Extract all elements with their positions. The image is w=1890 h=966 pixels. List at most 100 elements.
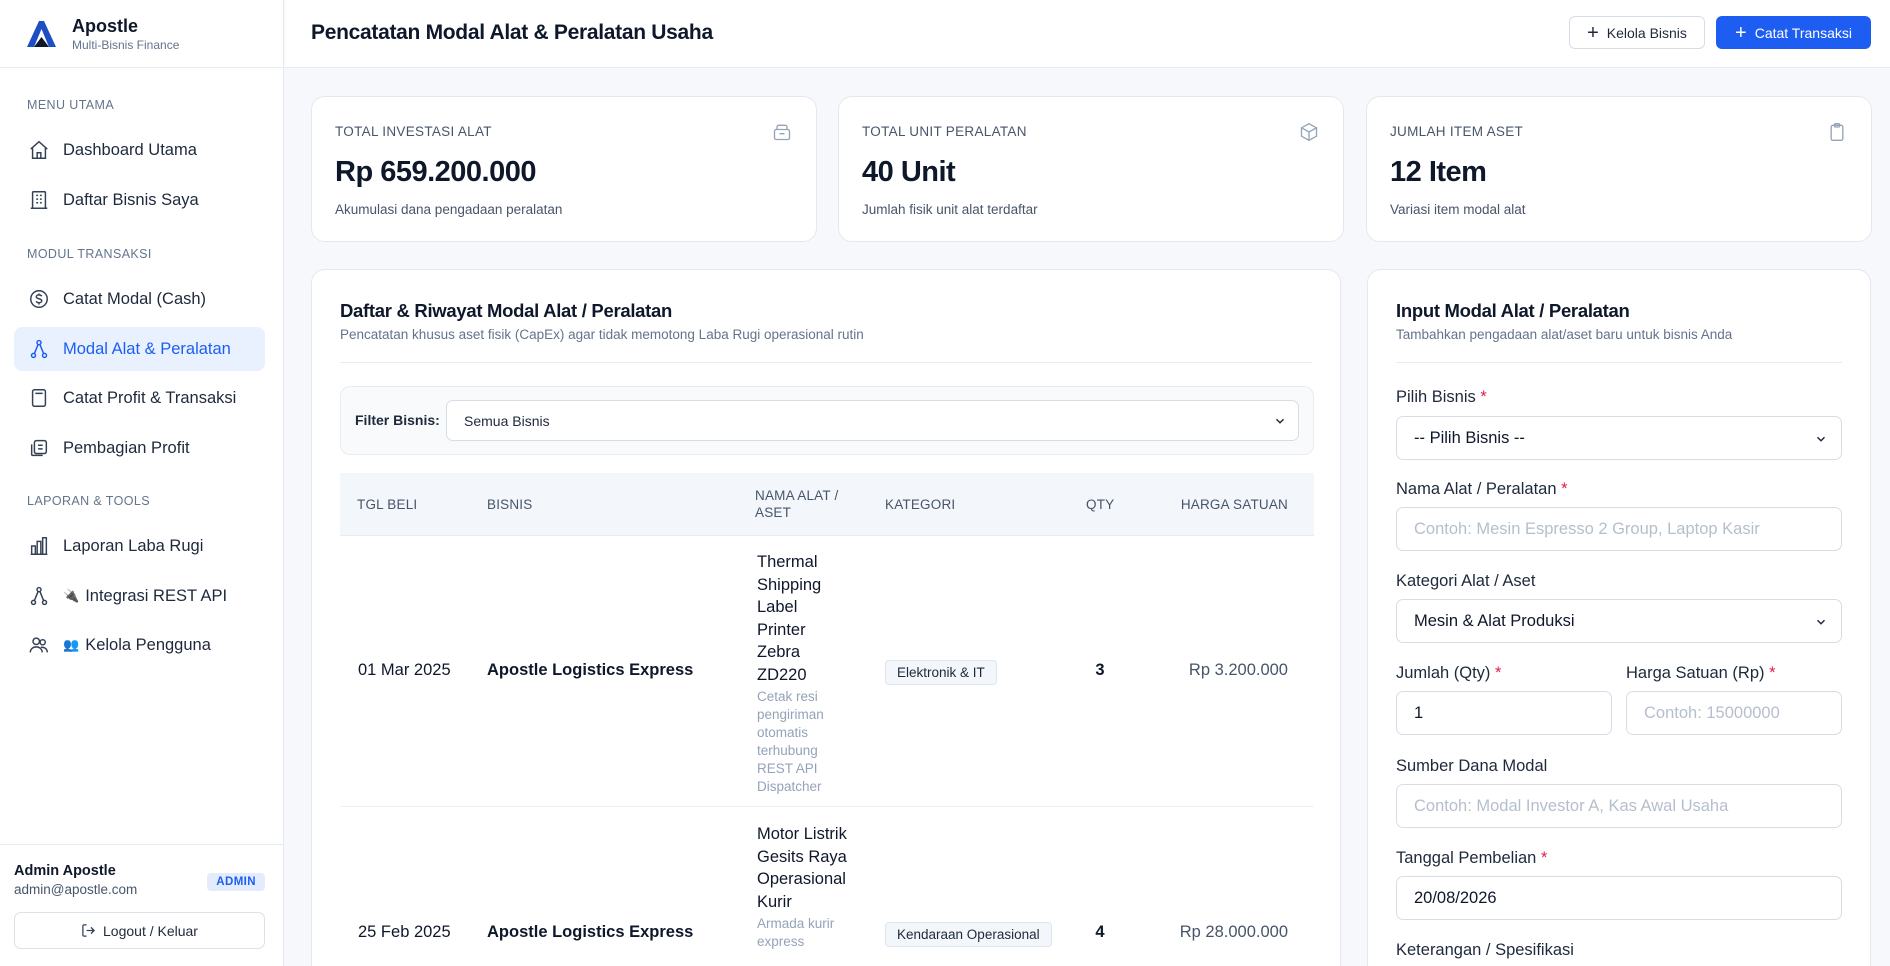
list-title: Daftar & Riwayat Modal Alat / Peralatan xyxy=(340,300,673,321)
qty-input[interactable]: 1 xyxy=(1396,691,1612,735)
logout-icon xyxy=(82,924,96,937)
bisnis-selected-value: -- Pilih Bisnis -- xyxy=(1414,428,1525,447)
filter-bar: Filter Bisnis: Semua Bisnis xyxy=(340,386,1314,455)
harga-input[interactable]: Contoh: 15000000 xyxy=(1626,691,1842,735)
kelola-bisnis-button[interactable]: + Kelola Bisnis xyxy=(1569,16,1705,49)
filter-label: Filter Bisnis: xyxy=(355,412,440,428)
row-tgl: 25 Feb 2025 xyxy=(358,923,451,941)
sumber-label: Sumber Dana Modal xyxy=(1396,757,1548,775)
asset-list-card: Daftar & Riwayat Modal Alat / Peralatan … xyxy=(311,269,1341,966)
stat-label: TOTAL UNIT PERALATAN xyxy=(862,124,1027,139)
logout-label: Logout / Keluar xyxy=(103,922,198,939)
people-icon: 👥 xyxy=(63,637,80,652)
nav-section-main: MENU UTAMA xyxy=(27,98,115,112)
harga-label: Harga Satuan (Rp) * xyxy=(1626,664,1776,682)
plus-icon: + xyxy=(1587,21,1599,44)
nav-section-laporan: LAPORAN & TOOLS xyxy=(27,494,150,508)
table-header: TGL BELI BISNIS NAMA ALAT / ASET KATEGOR… xyxy=(340,473,1314,536)
sidebar: Apostle Multi-Bisnis Finance MENU UTAMA … xyxy=(0,0,284,966)
bisnis-label: Pilih Bisnis * xyxy=(1396,388,1487,406)
tanggal-input[interactable]: 20/08/2026 xyxy=(1396,876,1842,920)
nama-label: Nama Alat / Peralatan * xyxy=(1396,480,1568,498)
row-nama: Motor Listrik Gesits Raya Operasional Ku… xyxy=(757,823,849,951)
stat-desc: Akumulasi dana pengadaan peralatan xyxy=(335,202,563,217)
sidebar-item-label: Modal Alat & Peralatan xyxy=(63,339,231,358)
col-kategori: KATEGORI xyxy=(885,497,956,512)
route-icon xyxy=(30,339,48,359)
top-header: Pencatatan Modal Alat & Peralatan Usaha … xyxy=(285,0,1890,68)
role-badge: ADMIN xyxy=(207,873,265,891)
sidebar-item-profit[interactable]: Catat Profit & Transaksi xyxy=(14,376,265,420)
chart-bar-icon xyxy=(30,537,48,555)
col-nama: NAMA ALAT / ASET xyxy=(755,488,839,520)
row-bisnis: Apostle Logistics Express xyxy=(487,923,694,941)
col-bisnis: BISNIS xyxy=(487,497,533,512)
brand-subtitle: Multi-Bisnis Finance xyxy=(72,37,180,52)
chevron-down-icon xyxy=(1816,436,1826,442)
stat-card-investasi: TOTAL INVESTASI ALAT Rp 659.200.000 Akum… xyxy=(311,96,817,242)
box-icon xyxy=(1300,122,1318,142)
brand-name: Apostle xyxy=(72,15,139,36)
row-qty: 4 xyxy=(1095,923,1105,941)
apostle-logo-icon xyxy=(27,20,56,47)
sumber-dana-input[interactable]: Contoh: Modal Investor A, Kas Awal Usaha xyxy=(1396,784,1842,828)
sidebar-item-api[interactable]: 🔌 Integrasi REST API xyxy=(14,574,265,618)
asset-form-card: Input Modal Alat / Peralatan Tambahkan p… xyxy=(1367,269,1871,966)
bisnis-select[interactable]: -- Pilih Bisnis -- xyxy=(1396,416,1842,460)
filter-bisnis-select[interactable]: Semua Bisnis xyxy=(446,400,1299,441)
users-icon xyxy=(29,637,48,653)
sidebar-item-bisnis[interactable]: Daftar Bisnis Saya xyxy=(14,178,265,222)
sidebar-item-label: Dashboard Utama xyxy=(63,140,197,159)
sidebar-item-label: Pembagian Profit xyxy=(63,438,190,457)
list-subtitle: Pencatatan khusus aset fisik (CapEx) aga… xyxy=(340,327,864,342)
stat-desc: Jumlah fisik unit alat terdaftar xyxy=(862,202,1038,217)
filter-selected-value: Semua Bisnis xyxy=(464,412,550,429)
brand[interactable]: Apostle Multi-Bisnis Finance xyxy=(0,0,283,68)
sidebar-item-label: Catat Profit & Transaksi xyxy=(63,388,237,407)
sidebar-item-label: Catat Modal (Cash) xyxy=(63,289,207,308)
plug-icon: 🔌 xyxy=(63,588,80,603)
row-qty: 3 xyxy=(1095,661,1105,679)
calculator-icon xyxy=(31,389,47,407)
col-harga: HARGA SATUAN xyxy=(1180,497,1288,512)
sidebar-footer: Admin Apostle admin@apostle.com ADMIN Lo… xyxy=(0,844,284,966)
stat-value: 12 Item xyxy=(1390,156,1487,188)
row-harga: Rp 28.000.000 xyxy=(1179,923,1288,941)
stat-label: TOTAL INVESTASI ALAT xyxy=(335,124,492,139)
sidebar-item-pembagian[interactable]: Pembagian Profit xyxy=(14,426,265,470)
chevron-down-icon xyxy=(1275,418,1285,424)
kategori-select[interactable]: Mesin & Alat Produksi xyxy=(1396,599,1842,643)
chevron-down-icon xyxy=(1816,619,1826,625)
tanggal-label: Tanggal Pembelian * xyxy=(1396,849,1548,867)
plus-icon: + xyxy=(1735,21,1747,44)
route-icon xyxy=(30,586,48,606)
archive-icon xyxy=(773,124,791,141)
share-icon xyxy=(30,439,48,457)
page-title: Pencatatan Modal Alat & Peralatan Usaha xyxy=(311,21,713,44)
nav-section-transaksi: MODUL TRANSAKSI xyxy=(27,247,152,261)
sidebar-item-modal-alat[interactable]: Modal Alat & Peralatan xyxy=(14,327,265,371)
col-qty: QTY xyxy=(1086,497,1115,512)
kelola-bisnis-label: Kelola Bisnis xyxy=(1606,24,1687,41)
item-desc: Armada kurir express xyxy=(757,916,835,949)
nama-alat-input[interactable]: Contoh: Mesin Espresso 2 Group, Laptop K… xyxy=(1396,507,1842,551)
sidebar-item-modal-cash[interactable]: Catat Modal (Cash) xyxy=(14,277,265,321)
sidebar-item-pengguna[interactable]: 👥 Kelola Pengguna xyxy=(14,623,265,667)
kategori-label: Kategori Alat / Aset xyxy=(1396,572,1536,590)
logout-button[interactable]: Logout / Keluar xyxy=(14,912,265,949)
row-tgl: 01 Mar 2025 xyxy=(358,661,451,679)
sidebar-item-dashboard[interactable]: Dashboard Utama xyxy=(14,128,265,172)
row-nama: Thermal Shipping Label Printer Zebra ZD2… xyxy=(757,551,849,796)
stat-card-unit: TOTAL UNIT PERALATAN 40 Unit Jumlah fisi… xyxy=(838,96,1344,242)
stat-desc: Variasi item modal alat xyxy=(1390,202,1526,217)
row-bisnis: Apostle Logistics Express xyxy=(487,661,694,679)
sidebar-item-label: Kelola Pengguna xyxy=(85,635,211,654)
table-row[interactable]: 01 Mar 2025 Apostle Logistics Express Th… xyxy=(340,537,1314,807)
form-title: Input Modal Alat / Peralatan xyxy=(1396,300,1630,321)
sidebar-item-label: Daftar Bisnis Saya xyxy=(63,190,199,209)
catat-transaksi-button[interactable]: + Catat Transaksi xyxy=(1716,16,1871,49)
item-name: Thermal Shipping Label Printer Zebra ZD2… xyxy=(757,553,822,684)
sidebar-item-laporan[interactable]: Laporan Laba Rugi xyxy=(14,524,265,568)
table-row[interactable]: 25 Feb 2025 Apostle Logistics Express Mo… xyxy=(340,808,1314,966)
divider xyxy=(1396,362,1842,363)
